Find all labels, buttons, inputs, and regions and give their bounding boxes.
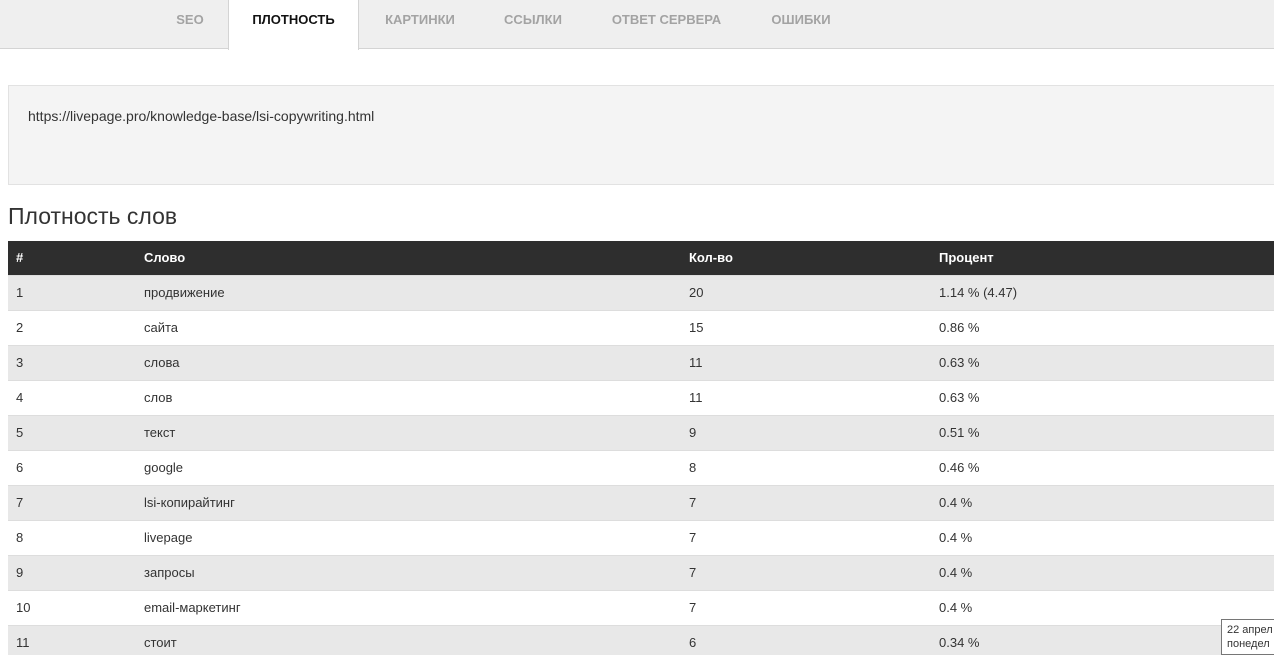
cell-word: livepage bbox=[144, 519, 689, 555]
date-tooltip: 22 апрел понедел bbox=[1221, 619, 1274, 655]
table-row: 1 продвижение 20 1.14 % (4.47) bbox=[8, 274, 1274, 310]
cell-word: email-маркетинг bbox=[144, 589, 689, 625]
cell-percent: 0.86 % bbox=[939, 309, 1274, 345]
cell-percent: 0.4 % bbox=[939, 519, 1274, 555]
section-title: Плотность слов bbox=[8, 203, 178, 229]
table-row: 9 запросы 7 0.4 % bbox=[8, 554, 1274, 590]
cell-percent: 0.46 % bbox=[939, 449, 1274, 485]
cell-count: 15 bbox=[689, 309, 939, 345]
table-row: 5 текст 9 0.51 % bbox=[8, 414, 1274, 450]
tab-errors[interactable]: ОШИБКИ bbox=[750, 0, 852, 49]
header-word[interactable]: Слово bbox=[144, 241, 689, 275]
cell-percent: 0.4 % bbox=[939, 484, 1274, 520]
cell-count: 7 bbox=[689, 554, 939, 590]
cell-number: 7 bbox=[8, 484, 144, 520]
word-density-table: # Слово Кол-во Процент 1 продвижение 20 … bbox=[8, 241, 1274, 655]
cell-word: текст bbox=[144, 414, 689, 450]
table-header-row: # Слово Кол-во Процент bbox=[8, 241, 1274, 275]
table-row: 7 lsi-копирайтинг 7 0.4 % bbox=[8, 484, 1274, 520]
cell-percent: 0.4 % bbox=[939, 554, 1274, 590]
cell-number: 8 bbox=[8, 519, 144, 555]
cell-count: 8 bbox=[689, 449, 939, 485]
header-number[interactable]: # bbox=[8, 241, 144, 275]
header-count[interactable]: Кол-во bbox=[689, 241, 939, 275]
cell-count: 7 bbox=[689, 519, 939, 555]
table-row: 2 сайта 15 0.86 % bbox=[8, 309, 1274, 345]
cell-percent: 0.63 % bbox=[939, 379, 1274, 415]
cell-percent: 1.14 % (4.47) bbox=[939, 274, 1274, 310]
cell-number: 1 bbox=[8, 274, 144, 310]
cell-number: 4 bbox=[8, 379, 144, 415]
analyzed-url[interactable]: https://livepage.pro/knowledge-base/lsi-… bbox=[28, 108, 374, 124]
table-row: 8 livepage 7 0.4 % bbox=[8, 519, 1274, 555]
cell-word: lsi-копирайтинг bbox=[144, 484, 689, 520]
cell-count: 11 bbox=[689, 344, 939, 380]
cell-word: слов bbox=[144, 379, 689, 415]
cell-word: google bbox=[144, 449, 689, 485]
cell-word: сайта bbox=[144, 309, 689, 345]
cell-number: 5 bbox=[8, 414, 144, 450]
cell-percent: 0.51 % bbox=[939, 414, 1274, 450]
tab-server-response[interactable]: ОТВЕТ СЕРВЕРА bbox=[590, 0, 743, 49]
table-row: 6 google 8 0.46 % bbox=[8, 449, 1274, 485]
table-row: 11 стоит 6 0.34 % bbox=[8, 624, 1274, 655]
cell-number: 9 bbox=[8, 554, 144, 590]
cell-number: 2 bbox=[8, 309, 144, 345]
cell-count: 11 bbox=[689, 379, 939, 415]
page: SEO ПЛОТНОСТЬ КАРТИНКИ ССЫЛКИ ОТВЕТ СЕРВ… bbox=[0, 0, 1274, 655]
tooltip-line-weekday: понедел bbox=[1227, 638, 1270, 650]
cell-count: 7 bbox=[689, 484, 939, 520]
table-row: 4 слов 11 0.63 % bbox=[8, 379, 1274, 415]
cell-count: 7 bbox=[689, 589, 939, 625]
cell-count: 9 bbox=[689, 414, 939, 450]
cell-number: 6 bbox=[8, 449, 144, 485]
tab-density[interactable]: ПЛОТНОСТЬ bbox=[228, 0, 359, 50]
tooltip-line-date: 22 апрел bbox=[1227, 624, 1273, 636]
cell-number: 10 bbox=[8, 589, 144, 625]
cell-number: 3 bbox=[8, 344, 144, 380]
table-row: 3 слова 11 0.63 % bbox=[8, 344, 1274, 380]
tab-bar: SEO ПЛОТНОСТЬ КАРТИНКИ ССЫЛКИ ОТВЕТ СЕРВ… bbox=[0, 0, 1274, 50]
url-panel: https://livepage.pro/knowledge-base/lsi-… bbox=[8, 85, 1274, 185]
header-percent[interactable]: Процент bbox=[939, 241, 1274, 275]
cell-number: 11 bbox=[8, 624, 144, 655]
cell-word: стоит bbox=[144, 624, 689, 655]
cell-count: 6 bbox=[689, 624, 939, 655]
tab-links[interactable]: ССЫЛКИ bbox=[483, 0, 583, 49]
cell-count: 20 bbox=[689, 274, 939, 310]
cell-word: слова bbox=[144, 344, 689, 380]
cell-word: продвижение bbox=[144, 274, 689, 310]
tab-images[interactable]: КАРТИНКИ bbox=[364, 0, 476, 49]
cell-percent: 0.63 % bbox=[939, 344, 1274, 380]
cell-word: запросы bbox=[144, 554, 689, 590]
tab-seo[interactable]: SEO bbox=[155, 0, 225, 49]
table-row: 10 email-маркетинг 7 0.4 % bbox=[8, 589, 1274, 625]
